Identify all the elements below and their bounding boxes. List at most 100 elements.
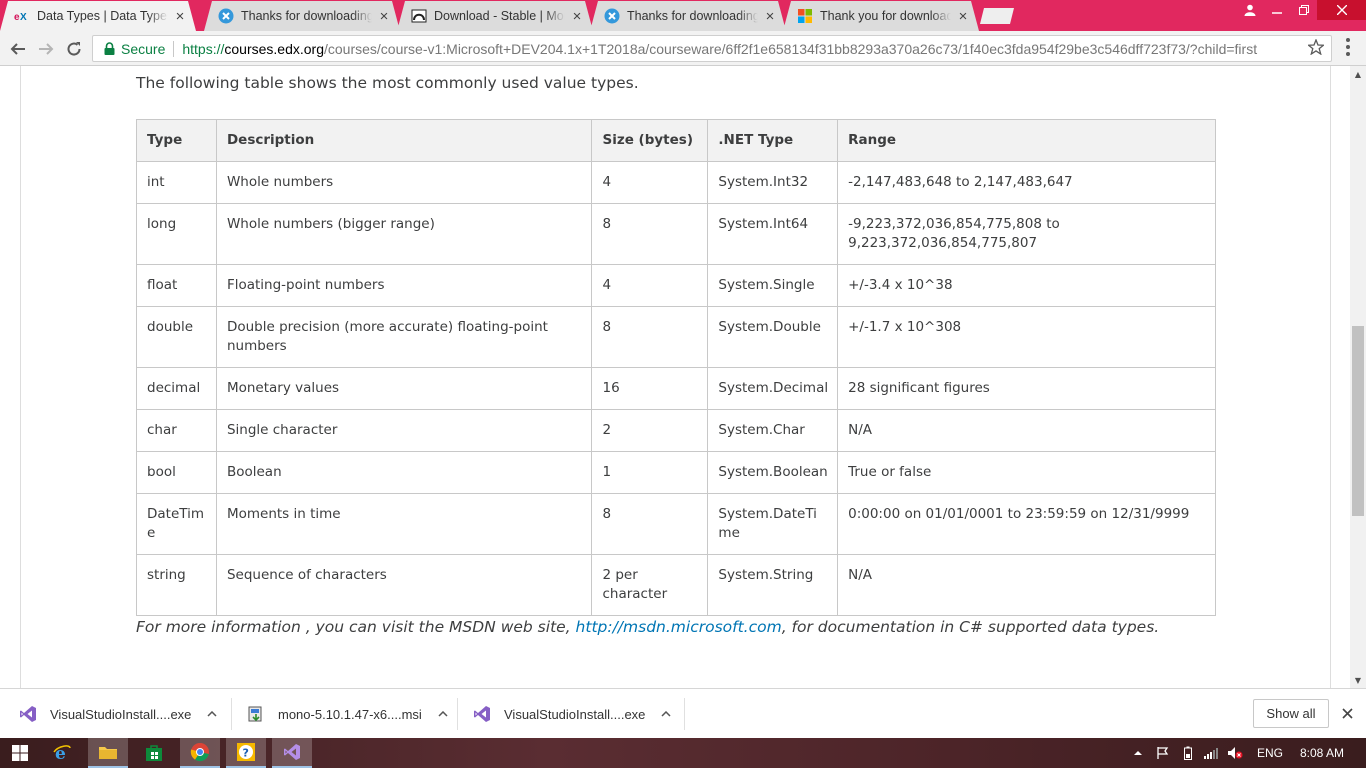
forward-arrow-icon[interactable] bbox=[34, 37, 58, 61]
cell-range: +/-3.4 x 10^38 bbox=[837, 264, 1216, 307]
msdn-link[interactable]: http://msdn.microsoft.com bbox=[576, 618, 782, 636]
page-scrollbar[interactable]: ▲ ▼ bbox=[1350, 66, 1366, 688]
chrome-icon[interactable] bbox=[180, 738, 220, 768]
header-type: Type bbox=[136, 119, 217, 162]
visual-studio-icon bbox=[18, 704, 38, 724]
edx-logo-icon: eX bbox=[14, 8, 30, 24]
close-tab-icon[interactable]: × bbox=[569, 8, 585, 24]
svg-text:X: X bbox=[20, 12, 27, 22]
scrollbar-thumb[interactable] bbox=[1352, 326, 1364, 516]
cell-size: 8 bbox=[591, 203, 709, 265]
tab-title: Thank you for downloadi bbox=[820, 9, 951, 23]
url-host: courses.edx.org bbox=[224, 40, 324, 57]
restore-window-icon[interactable] bbox=[1290, 0, 1317, 20]
back-arrow-icon[interactable] bbox=[6, 37, 30, 61]
minimize-window-icon[interactable] bbox=[1263, 0, 1290, 20]
download-filename: VisualStudioInstall....exe bbox=[50, 706, 192, 722]
intro-text: The following table shows the most commo… bbox=[136, 74, 639, 92]
close-tab-icon[interactable]: × bbox=[376, 8, 392, 24]
store-icon[interactable] bbox=[134, 738, 174, 768]
new-tab-button[interactable] bbox=[980, 8, 1014, 24]
cell-size: 2 bbox=[591, 409, 709, 452]
tab-title: Download - Stable | Mon bbox=[434, 9, 565, 23]
tab-title: Thanks for downloading bbox=[241, 9, 372, 23]
input-language-indicator[interactable]: ENG bbox=[1257, 738, 1283, 768]
download-item[interactable]: VisualStudioInstall....exe bbox=[472, 689, 673, 739]
browser-tab-xamarin-1[interactable]: Thanks for downloading × bbox=[204, 1, 400, 31]
cell-range: True or false bbox=[837, 451, 1216, 494]
address-bar[interactable]: Secure https://courses.edx.org/courses/c… bbox=[92, 35, 1332, 62]
visual-studio-icon bbox=[472, 704, 492, 724]
tab-title: Thanks for downloading bbox=[627, 9, 758, 23]
cell-net-type: System.String bbox=[707, 554, 839, 616]
close-tab-icon[interactable]: × bbox=[762, 8, 778, 24]
cell-type: string bbox=[136, 554, 217, 616]
scroll-up-icon[interactable]: ▲ bbox=[1350, 66, 1366, 82]
cell-description: Sequence of characters bbox=[215, 554, 593, 616]
cell-description: Moments in time bbox=[215, 493, 593, 555]
action-center-flag-icon[interactable] bbox=[1156, 738, 1170, 768]
browser-toolbar: Secure https://courses.edx.org/courses/c… bbox=[0, 31, 1366, 66]
cell-range: 28 significant figures bbox=[837, 367, 1216, 410]
cell-description: Floating-point numbers bbox=[215, 264, 593, 307]
download-separator bbox=[231, 698, 232, 730]
header-size: Size (bytes) bbox=[591, 119, 709, 162]
browser-tab-edx[interactable]: eX Data Types | Data Types × bbox=[0, 1, 196, 31]
chevron-up-icon[interactable] bbox=[436, 707, 450, 721]
cell-net-type: System.Boolean bbox=[707, 451, 839, 494]
chevron-up-icon[interactable] bbox=[659, 707, 673, 721]
cell-size: 8 bbox=[591, 306, 709, 368]
download-item[interactable]: mono-5.10.1.47-x6....msi bbox=[246, 689, 450, 739]
table-row: bool Boolean 1 System.Boolean True or fa… bbox=[136, 451, 1216, 494]
browser-tab-microsoft[interactable]: Thank you for downloadi × bbox=[783, 1, 979, 31]
cell-net-type: System.Char bbox=[707, 409, 839, 452]
download-item[interactable]: VisualStudioInstall....exe bbox=[18, 689, 219, 739]
help-icon[interactable]: ? bbox=[226, 738, 266, 768]
reload-icon[interactable] bbox=[62, 37, 86, 61]
file-explorer-icon[interactable] bbox=[88, 738, 128, 768]
footnote-after: , for documentation in C# supported data… bbox=[781, 618, 1160, 636]
microsoft-logo-icon bbox=[797, 8, 813, 24]
show-all-downloads-button[interactable]: Show all bbox=[1253, 699, 1329, 728]
cell-size: 16 bbox=[591, 367, 709, 410]
footnote-before: For more information , you can visit the… bbox=[136, 618, 576, 636]
browser-menu-icon[interactable] bbox=[1342, 37, 1354, 57]
cell-range: +/-1.7 x 10^308 bbox=[837, 306, 1216, 368]
profile-icon[interactable] bbox=[1236, 0, 1263, 20]
volume-muted-icon[interactable] bbox=[1227, 738, 1243, 768]
visual-studio-installer-taskbar-icon[interactable] bbox=[272, 738, 312, 768]
windows-start-icon[interactable] bbox=[0, 738, 40, 768]
download-filename: VisualStudioInstall....exe bbox=[504, 706, 646, 722]
chevron-up-icon[interactable] bbox=[205, 707, 219, 721]
scroll-down-icon[interactable]: ▼ bbox=[1350, 672, 1366, 688]
cell-description: Single character bbox=[215, 409, 593, 452]
header-range: Range bbox=[837, 119, 1216, 162]
close-tab-icon[interactable]: × bbox=[955, 8, 971, 24]
internet-explorer-icon[interactable]: e bbox=[42, 738, 82, 768]
table-row: decimal Monetary values 16 System.Decima… bbox=[136, 367, 1216, 410]
download-shelf: VisualStudioInstall....exe mono-5.10.1.4… bbox=[0, 688, 1366, 738]
browser-tab-mono[interactable]: Download - Stable | Mon × bbox=[397, 1, 593, 31]
table-row: int Whole numbers 4 System.Int32 -2,147,… bbox=[136, 161, 1216, 204]
battery-icon[interactable] bbox=[1184, 738, 1192, 768]
network-signal-icon[interactable] bbox=[1204, 738, 1218, 768]
cell-range: -9,223,372,036,854,775,808 to 9,223,372,… bbox=[837, 203, 1216, 265]
cell-description: Boolean bbox=[215, 451, 593, 494]
close-tab-icon[interactable]: × bbox=[172, 8, 188, 24]
show-hidden-icons-icon[interactable] bbox=[1133, 738, 1143, 768]
bookmark-star-icon[interactable] bbox=[1306, 37, 1326, 57]
cell-type: double bbox=[136, 306, 217, 368]
taskbar-clock[interactable]: 8:08 AM bbox=[1300, 738, 1344, 768]
close-shelf-icon[interactable] bbox=[1339, 705, 1355, 721]
close-window-icon[interactable] bbox=[1317, 0, 1366, 20]
cell-type: long bbox=[136, 203, 217, 265]
header-net-type: .NET Type bbox=[707, 119, 839, 162]
cell-description: Double precision (more accurate) floatin… bbox=[215, 306, 593, 368]
download-filename: mono-5.10.1.47-x6....msi bbox=[278, 706, 422, 722]
browser-tab-xamarin-2[interactable]: Thanks for downloading × bbox=[590, 1, 786, 31]
secure-label: Secure bbox=[121, 40, 166, 57]
cell-description: Whole numbers bbox=[215, 161, 593, 204]
xamarin-x-icon bbox=[604, 8, 620, 24]
download-separator bbox=[684, 698, 685, 730]
url-path: /courses/course-v1:Microsoft+DEV204.1x+1… bbox=[324, 40, 1258, 57]
